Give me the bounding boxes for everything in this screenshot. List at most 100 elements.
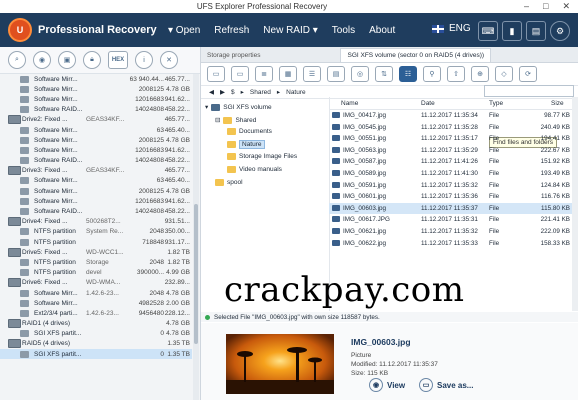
collapse-icon[interactable]: ⊟ <box>215 116 220 124</box>
list-view-icon[interactable]: ☰ <box>303 66 321 82</box>
minimize-button[interactable]: – <box>524 1 529 12</box>
close-icon[interactable]: ✕ <box>160 51 178 69</box>
partition-row[interactable]: SGI XFS partit... 0 1.35 TB <box>0 349 192 360</box>
keyboard-icon[interactable]: ⌨ <box>478 21 498 41</box>
collapse-icon[interactable]: ▾ <box>205 103 208 111</box>
menu-open[interactable]: ▾ Open <box>168 25 200 36</box>
file-list-scrollbar[interactable] <box>572 97 578 311</box>
forward-arrow-icon[interactable]: ▶ <box>220 88 225 96</box>
partition-row[interactable]: Software Mirr... 2008125 4.78 GB <box>0 186 192 196</box>
partition-row[interactable]: Software Mirr... 12016683 941.62... <box>0 94 192 104</box>
filter-icon[interactable]: ◎ <box>351 66 369 82</box>
drive-row[interactable]: Drive3: Fixed ... GEAS34KF... 465.77... <box>0 166 192 176</box>
file-row[interactable]: IMG_00545.jpg 11.12.2017 11:35:28 File 240.… <box>329 122 572 134</box>
up-icon[interactable]: ⇧ <box>447 66 465 82</box>
drive-row[interactable]: Drive6: Fixed ... WD-WMA... 232.89... <box>0 278 192 288</box>
partition-row[interactable]: Software Mirr... 12016683 941.62... <box>0 145 192 155</box>
menu-new-raid[interactable]: New RAID ▾ <box>263 25 317 36</box>
columns-icon[interactable]: ☷ <box>399 66 417 82</box>
save-as-button[interactable]: ▭ Save as... <box>419 378 473 392</box>
partition-row[interactable]: Software Mirr... 63 465.40... <box>0 176 192 186</box>
tree-spool[interactable]: spool <box>215 179 243 186</box>
left-scrollbar-thumb[interactable] <box>194 204 198 344</box>
partition-row[interactable]: Software Mirr... 4982528 2.00 GB <box>0 298 192 308</box>
scan-icon[interactable]: ◉ <box>33 51 51 69</box>
file-row[interactable]: IMG_00591.jpg 11.12.2017 11:35:32 File 124.… <box>329 180 572 192</box>
close-button[interactable]: ✕ <box>562 1 570 12</box>
tree-documents[interactable]: Documents <box>227 128 272 135</box>
path-segment-nature[interactable]: Nature <box>286 89 306 96</box>
info-icon[interactable]: i <box>135 51 153 69</box>
lock-icon[interactable]: 🔒︎ <box>83 51 101 69</box>
partition-row[interactable]: Software RAID... 14024808 458.22... <box>0 105 192 115</box>
sort-icon[interactable]: ⇅ <box>375 66 393 82</box>
column-date[interactable]: Date <box>421 100 435 107</box>
path-root[interactable]: $ <box>231 89 235 96</box>
tab-volume[interactable]: SGI XFS volume (sector 0 on RAID5 (4 dri… <box>340 48 492 62</box>
partition-row[interactable]: Software Mirr... 2008125 4.78 GB <box>0 135 192 145</box>
image-thumbnail[interactable] <box>226 334 334 394</box>
partition-row[interactable]: Software RAID... 14024808 458.22... <box>0 156 192 166</box>
file-row[interactable]: IMG_00601.jpg 11.12.2017 11:35:36 File 116.… <box>329 191 572 203</box>
image-icon[interactable]: ▣ <box>58 51 76 69</box>
tree-shared[interactable]: ⊟ Shared <box>215 116 256 124</box>
search-input[interactable] <box>484 85 574 97</box>
document-icon[interactable]: ▤ <box>526 21 546 41</box>
refresh-icon[interactable]: ⟳ <box>519 66 537 82</box>
path-segment-shared[interactable]: Shared <box>250 89 271 96</box>
drive-row[interactable]: Drive4: Fixed ... 500268T2... 931.51... <box>0 217 192 227</box>
partition-row[interactable]: SGI XFS partit... 0 4.78 GB <box>0 329 192 339</box>
drive-row[interactable]: Drive5: Fixed ... WD-WCC1... 1.82 TB <box>0 247 192 257</box>
partition-row[interactable]: NTFS partition devel 390000... 4.99 GB <box>0 268 192 278</box>
column-size[interactable]: Size <box>551 100 564 107</box>
partition-row[interactable]: Software Mirr... 63 465.40... <box>0 125 192 135</box>
partition-row[interactable]: NTFS partition System Re... 2048 350.00... <box>0 227 192 237</box>
language-selector[interactable]: ENG <box>432 23 471 34</box>
drive-row[interactable]: RAID5 (4 drives) 1.35 TB <box>0 339 192 349</box>
partition-row[interactable]: Software Mirr... 12016683 941.62... <box>0 196 192 206</box>
tree-video-manuals[interactable]: Video manuals <box>227 166 282 173</box>
view-button[interactable]: ◉ View <box>369 378 405 392</box>
file-row[interactable]: IMG_00622.jpg 11.12.2017 11:35:33 File 158.… <box>329 238 572 250</box>
settings-gear-icon[interactable]: ⚙ <box>550 21 570 41</box>
find-icon[interactable]: ⚲ <box>423 66 441 82</box>
partition-row[interactable]: Software RAID... 14024808 458.22... <box>0 206 192 216</box>
partition-row[interactable]: NTFS partition 718848 931.17... <box>0 237 192 247</box>
tree-view-icon[interactable]: ≣ <box>255 66 273 82</box>
grid-view-icon[interactable]: ▦ <box>279 66 297 82</box>
drive-row[interactable]: Drive2: Fixed ... GEAS34KF... 465.77... <box>0 115 192 125</box>
left-scrollbar[interactable] <box>193 74 199 400</box>
column-name[interactable]: Name <box>341 100 358 107</box>
mark-icon[interactable]: ◇ <box>495 66 513 82</box>
file-row[interactable]: IMG_00603.jpg 11.12.2017 11:35:37 File 115.… <box>329 202 572 215</box>
tab-storage-properties[interactable]: Storage properties <box>201 49 266 62</box>
tree-storage-image-files[interactable]: Storage Image Files <box>227 153 297 160</box>
file-row[interactable]: IMG_00589.jpg 11.12.2017 11:41:30 File 193.… <box>329 168 572 180</box>
save-icon[interactable]: ▭ <box>207 66 225 82</box>
file-row[interactable]: IMG_00621.jpg 11.12.2017 11:35:32 File 222.… <box>329 226 572 238</box>
file-row[interactable]: IMG_00551.jpg 11.12.2017 11:35:17 File 194.… <box>329 133 572 145</box>
maximize-button[interactable]: □ <box>543 1 548 12</box>
save-icon-2[interactable]: ▭ <box>231 66 249 82</box>
tree-root[interactable]: ▾ SGI XFS volume <box>205 103 272 111</box>
partition-row[interactable]: Ext2/3/4 parti... 1.42.6-23... 9456480 228.… <box>0 308 192 318</box>
file-row[interactable]: IMG_00617.JPG 11.12.2017 11:35:31 File 221.… <box>329 214 572 226</box>
panel-icon[interactable]: ▮ <box>502 21 522 41</box>
file-row[interactable]: IMG_00587.jpg 11.12.2017 11:41:26 File 151.… <box>329 156 572 168</box>
back-arrow-icon[interactable]: ◀ <box>209 88 214 96</box>
file-row[interactable]: IMG_00417.jpg 11.12.2017 11:35:34 File 98.7… <box>329 110 572 122</box>
partition-row[interactable]: NTFS partition Storage 2048 1.82 TB <box>0 257 192 267</box>
menu-tools[interactable]: Tools <box>332 25 355 36</box>
file-row[interactable]: IMG_00563.jpg 11.12.2017 11:35:29 File 222.… <box>329 145 572 157</box>
search-icon[interactable]: ⌕ <box>8 51 26 69</box>
menu-refresh[interactable]: Refresh <box>214 25 249 36</box>
options-icon[interactable]: ⊕ <box>471 66 489 82</box>
menu-about[interactable]: About <box>369 25 395 36</box>
partition-row[interactable]: Software Mirr... 1.42.6-23... 2048 4.78 GB <box>0 288 192 298</box>
detail-view-icon[interactable]: ▤ <box>327 66 345 82</box>
column-type[interactable]: Type <box>489 100 503 107</box>
partition-row[interactable]: Software Mirr... 63 940.44... 465.77... <box>0 74 192 84</box>
tree-nature[interactable]: Nature <box>227 140 265 149</box>
hex-button[interactable]: HEX <box>108 51 128 69</box>
partition-row[interactable]: Software Mirr... 2008125 4.78 GB <box>0 84 192 94</box>
